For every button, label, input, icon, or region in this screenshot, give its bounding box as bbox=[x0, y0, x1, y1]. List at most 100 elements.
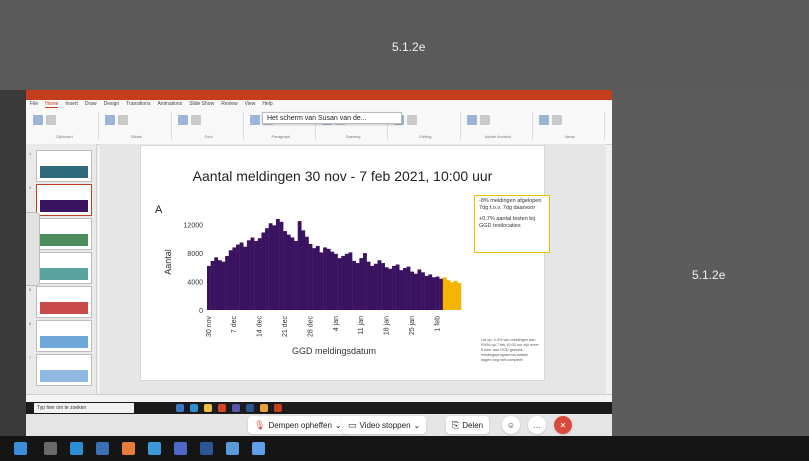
teams-icon[interactable] bbox=[232, 404, 240, 412]
slide-thumb-1[interactable]: 1 bbox=[29, 150, 92, 182]
bar bbox=[330, 251, 335, 310]
app-icon[interactable] bbox=[274, 404, 282, 412]
chrome-icon[interactable] bbox=[252, 442, 265, 455]
ribbon-tabs: File Home Insert Draw Design Transitions Anima… bbox=[30, 101, 273, 108]
bar bbox=[254, 241, 258, 310]
share-icon: ⎘ bbox=[452, 419, 460, 430]
bar bbox=[384, 267, 389, 310]
reactions-button[interactable]: ☺ bbox=[502, 416, 520, 434]
bar bbox=[431, 277, 436, 310]
x-tick-label: 4 jan bbox=[333, 316, 340, 331]
ribbon-tab-animations[interactable]: Animations bbox=[157, 101, 182, 108]
ribbon-group-ideas[interactable]: Ideas bbox=[536, 112, 605, 140]
bar bbox=[297, 221, 302, 310]
ribbon-group-clipboard[interactable]: Clipboard bbox=[30, 112, 100, 140]
bar bbox=[348, 252, 353, 310]
bar bbox=[243, 246, 248, 310]
bar bbox=[428, 274, 433, 310]
powerpoint-icon[interactable] bbox=[218, 404, 226, 412]
ribbon-tab-help[interactable]: Help bbox=[262, 101, 272, 108]
redacted-participant: 5.1.2e bbox=[612, 90, 809, 436]
bar bbox=[363, 253, 367, 310]
edge-icon[interactable] bbox=[70, 442, 83, 455]
bar bbox=[352, 260, 356, 310]
end-call-button[interactable]: ✕ bbox=[554, 416, 572, 434]
ribbon-tab-insert[interactable]: Insert bbox=[65, 101, 78, 108]
ribbon-tab-file[interactable]: File bbox=[30, 101, 38, 108]
slide-thumb-3[interactable]: 3 bbox=[29, 218, 92, 250]
bar bbox=[442, 277, 447, 310]
y-tick-label: 0 bbox=[199, 308, 203, 315]
slide-thumb-5[interactable]: 5 bbox=[29, 286, 92, 318]
x-tick-label: 18 jan bbox=[384, 316, 391, 335]
slide-thumb-7[interactable]: 7 bbox=[29, 354, 92, 386]
taskview-icon[interactable] bbox=[44, 442, 57, 455]
video-toolstrip[interactable] bbox=[26, 212, 40, 286]
redacted-header: 5.1.2e bbox=[0, 0, 809, 90]
bar bbox=[446, 280, 451, 310]
photos-icon[interactable] bbox=[226, 442, 239, 455]
bar bbox=[312, 248, 317, 310]
word-icon[interactable] bbox=[200, 442, 213, 455]
shared-screen: File Home Insert Draw Design Transitions Anima… bbox=[26, 90, 612, 436]
store-icon[interactable] bbox=[96, 442, 109, 455]
chevron-down-icon: ⌄ bbox=[413, 420, 421, 430]
taskview-icon[interactable] bbox=[176, 404, 184, 412]
share-label: Delen bbox=[462, 420, 484, 430]
x-tick-label: 25 jan bbox=[409, 316, 416, 335]
ribbon-group-slides[interactable]: Slides bbox=[102, 112, 172, 140]
x-tick-label: 14 dec bbox=[257, 316, 264, 338]
bar bbox=[221, 261, 226, 310]
x-tick-label: 1 feb bbox=[434, 316, 441, 332]
firefox-icon[interactable] bbox=[122, 442, 135, 455]
bar bbox=[207, 265, 211, 310]
ribbon-tab-draw[interactable]: Draw bbox=[85, 101, 97, 108]
more-button[interactable]: … bbox=[528, 416, 546, 434]
slide-thumb-2[interactable]: 2 bbox=[29, 184, 92, 216]
app-icon[interactable] bbox=[148, 442, 161, 455]
bar bbox=[435, 276, 440, 310]
bar bbox=[402, 268, 407, 310]
ribbon-group-adobe-acrobat[interactable]: Adobe Acrobat bbox=[464, 112, 533, 140]
bar bbox=[377, 260, 382, 310]
bar bbox=[406, 266, 411, 310]
edge-icon[interactable] bbox=[190, 404, 198, 412]
ribbon-tab-slide-show[interactable]: Slide Show bbox=[189, 101, 214, 108]
windows-start-icon[interactable] bbox=[14, 442, 27, 455]
mail-icon[interactable] bbox=[174, 442, 187, 455]
unmute-button[interactable]: 🎙 Dempen opheffen ⌄ bbox=[248, 416, 348, 434]
mic-off-icon: 🎙 bbox=[254, 419, 266, 430]
explorer-icon[interactable] bbox=[204, 404, 212, 412]
info-line-2: +0.7% aantal testen bij GGD testlocaties bbox=[479, 216, 535, 229]
ribbon-tab-home[interactable]: Home bbox=[45, 101, 59, 108]
slide-thumb-6[interactable]: 6 bbox=[29, 320, 92, 352]
close-icon: ✕ bbox=[559, 420, 567, 430]
ribbon-tab-design[interactable]: Design bbox=[104, 101, 120, 108]
bar bbox=[275, 218, 280, 310]
word-icon[interactable] bbox=[246, 404, 254, 412]
chrome-icon[interactable] bbox=[260, 404, 268, 412]
slide-thumb-4[interactable]: 4 bbox=[29, 252, 92, 284]
bar bbox=[308, 243, 313, 310]
y-tick-label: 4000 bbox=[187, 280, 203, 287]
bar bbox=[344, 253, 349, 310]
y-axis-label: Aantal bbox=[163, 249, 173, 275]
bar bbox=[417, 269, 422, 310]
y-tick-label: 8000 bbox=[187, 251, 203, 258]
chevron-down-icon: ⌄ bbox=[334, 420, 342, 430]
camera-icon: ▭ bbox=[348, 419, 357, 430]
search-input[interactable]: Typ hier om te zoeken bbox=[34, 403, 134, 413]
bar bbox=[246, 240, 251, 310]
ribbon-group-font[interactable]: Font bbox=[175, 112, 244, 140]
slide-canvas: Aantal meldingen 30 nov - 7 feb 2021, 10… bbox=[140, 145, 550, 381]
bar bbox=[388, 268, 393, 310]
bar bbox=[457, 282, 462, 310]
share-button[interactable]: ⎘ Delen bbox=[446, 416, 490, 434]
x-tick-label: 21 dec bbox=[282, 316, 289, 338]
ribbon-tab-view[interactable]: View bbox=[245, 101, 256, 108]
ribbon-tab-transitions[interactable]: Transitions bbox=[126, 101, 150, 108]
stop-video-button[interactable]: ▭ Video stoppen ⌄ bbox=[342, 416, 427, 434]
bar bbox=[326, 248, 331, 310]
bar bbox=[301, 230, 306, 310]
ribbon-tab-review[interactable]: Review bbox=[221, 101, 237, 108]
